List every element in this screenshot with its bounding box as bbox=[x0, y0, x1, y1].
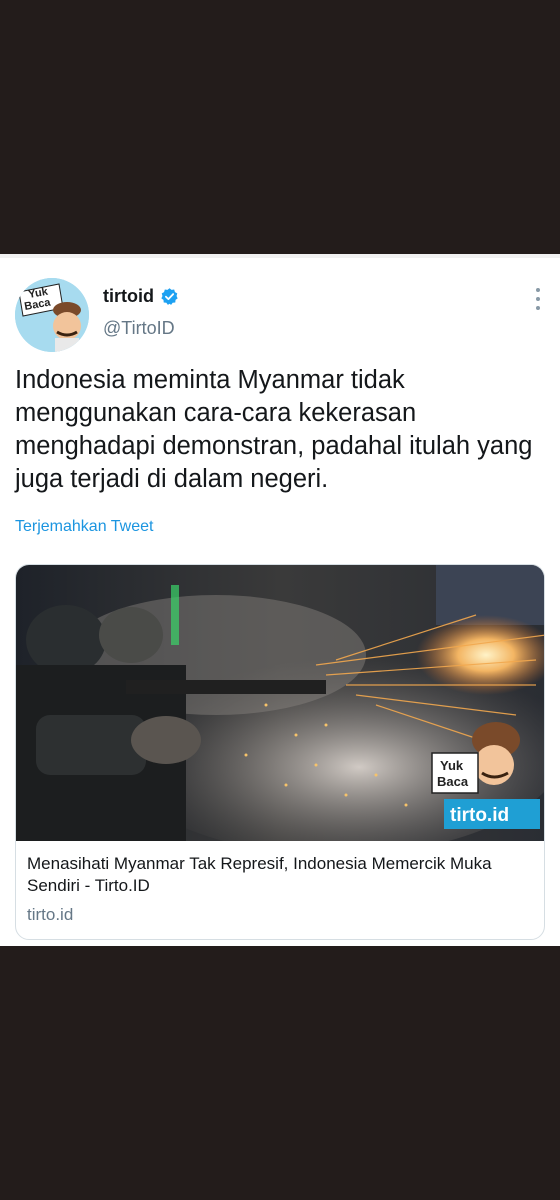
tweet-card[interactable]: Yuk Baca tirtoid @TirtoID Indonesia memi… bbox=[0, 258, 560, 946]
avatar[interactable]: Yuk Baca bbox=[15, 278, 89, 352]
overlay-brand-text: tirto.id bbox=[450, 805, 509, 826]
verified-badge-icon bbox=[160, 287, 179, 306]
card-domain: tirto.id bbox=[27, 905, 74, 924]
more-options-icon[interactable] bbox=[532, 288, 544, 310]
overlay-yuk-text: Yuk bbox=[440, 758, 464, 773]
card-image[interactable]: Yuk Baca tirto.id bbox=[16, 565, 544, 841]
card-title[interactable]: Menasihati Myanmar Tak Represif, Indones… bbox=[27, 853, 537, 897]
display-name[interactable]: tirtoid bbox=[103, 286, 179, 307]
handle[interactable]: @TirtoID bbox=[103, 318, 175, 339]
translate-tweet-link[interactable]: Terjemahkan Tweet bbox=[15, 518, 153, 536]
bottom-background bbox=[0, 946, 560, 1200]
display-name-text: tirtoid bbox=[103, 286, 154, 306]
tweet-text: Indonesia meminta Myanmar tidak mengguna… bbox=[15, 366, 533, 493]
top-background bbox=[0, 0, 560, 254]
link-preview-card[interactable]: Yuk Baca tirto.id Menasihati Myanmar Tak… bbox=[15, 564, 545, 940]
overlay-baca-text: Baca bbox=[437, 774, 469, 789]
avatar-image: Yuk Baca bbox=[15, 278, 89, 352]
